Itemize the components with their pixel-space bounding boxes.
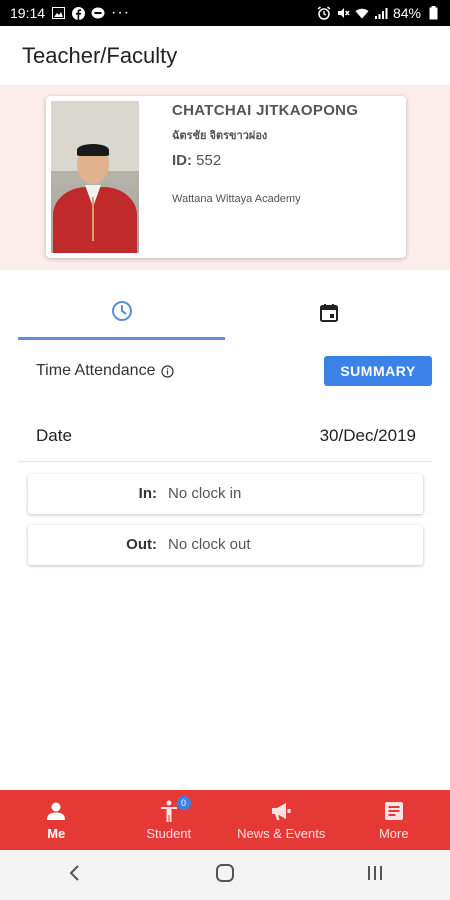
page-title: Teacher/Faculty — [22, 42, 178, 68]
clock-out-card: Out: No clock out — [28, 525, 423, 565]
clock-in-card: In: No clock in — [28, 474, 423, 514]
clock-out-value: No clock out — [168, 536, 251, 553]
recents-icon — [365, 864, 385, 887]
nav-label-more: More — [378, 826, 409, 841]
tab-calendar[interactable] — [225, 290, 432, 340]
time-attendance-label: Time Attendance — [36, 362, 156, 379]
megaphone-icon — [270, 799, 292, 823]
list-box-icon — [383, 799, 405, 823]
nav-item-student[interactable]: 0 Student — [113, 790, 226, 850]
calendar-icon — [318, 302, 340, 329]
profile-id-value: 552 — [196, 152, 222, 169]
tab-bar — [18, 290, 432, 340]
clock-icon — [111, 300, 133, 327]
date-value: 30/Dec/2019 — [319, 426, 416, 445]
more-notifications-indicator: ··· — [111, 4, 131, 21]
student-badge: 0 — [176, 796, 191, 810]
system-recents-button[interactable] — [355, 855, 395, 895]
summary-button[interactable]: SUMMARY — [324, 356, 432, 386]
bottom-nav: Me 0 Student News & Events More — [0, 790, 450, 850]
status-bar: 19:14 ··· 84% — [0, 0, 450, 26]
person-icon — [45, 799, 67, 823]
date-row[interactable]: Date 30/Dec/2019 — [18, 412, 432, 462]
mute-icon — [336, 6, 350, 20]
nav-label-news-events: News & Events — [237, 826, 326, 841]
battery-icon — [426, 6, 440, 20]
line-chat-icon — [91, 6, 105, 20]
nav-label-student: Student — [146, 826, 192, 841]
nav-item-more[interactable]: More — [338, 790, 450, 850]
profile-id: ID: 552 — [172, 152, 221, 169]
profile-school: Wattana Wittaya Academy — [172, 193, 301, 205]
info-icon[interactable] — [161, 364, 175, 378]
alarm-icon — [317, 6, 331, 20]
back-chevron-icon — [68, 864, 82, 887]
signal-icon — [374, 6, 388, 20]
wifi-icon — [355, 6, 369, 20]
date-label: Date — [36, 426, 72, 445]
gallery-icon — [51, 6, 65, 20]
clock-out-label: Out: — [126, 536, 157, 553]
tab-time-attendance[interactable] — [18, 290, 225, 340]
system-nav-bar — [0, 850, 450, 900]
app-bar: Teacher/Faculty — [0, 26, 450, 86]
nav-item-news-events[interactable]: News & Events — [225, 790, 338, 850]
profile-id-label: ID: — [172, 152, 192, 169]
facebook-icon — [71, 6, 85, 20]
clock-in-value: No clock in — [168, 485, 242, 502]
clock-in-label: In: — [138, 485, 157, 502]
home-square-icon — [215, 863, 235, 888]
profile-card: CHATCHAI JITKAOPONG ฉัตรชัย จิตรขาวผ่อง … — [46, 96, 406, 258]
profile-thai-name: ฉัตรชัย จิตรขาวผ่อง — [172, 130, 268, 142]
profile-photo — [51, 101, 139, 253]
status-time: 19:14 — [10, 5, 46, 21]
nav-item-me[interactable]: Me — [0, 790, 113, 850]
system-home-button[interactable] — [205, 855, 245, 895]
time-attendance-row: Time Attendance SUMMARY — [36, 356, 432, 386]
profile-name: CHATCHAI JITKAOPONG — [172, 102, 359, 119]
battery-percent: 84% — [392, 5, 421, 21]
system-back-button[interactable] — [55, 855, 95, 895]
profile-section: CHATCHAI JITKAOPONG ฉัตรชัย จิตรขาวผ่อง … — [0, 86, 450, 270]
nav-label-me: Me — [47, 826, 66, 841]
